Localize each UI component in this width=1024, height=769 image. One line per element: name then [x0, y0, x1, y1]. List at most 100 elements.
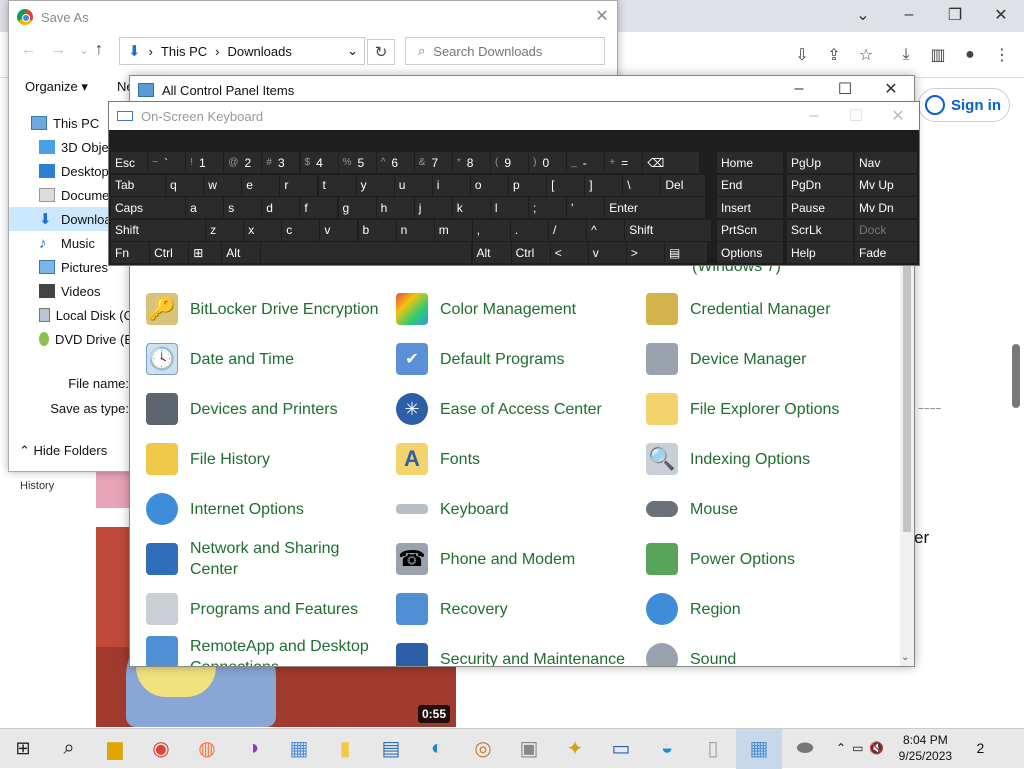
osk-key-r4-7[interactable]: m — [434, 219, 472, 241]
osk-key-r5-10[interactable]: ▤ — [665, 242, 707, 263]
cp-item-power-options[interactable]: Power Options — [646, 536, 886, 582]
restore-icon[interactable]: ❐ — [932, 0, 978, 30]
osk-key-r3-10[interactable]: ; — [529, 197, 566, 218]
osk-key-r3-0[interactable]: Caps — [111, 197, 185, 218]
organize-menu[interactable]: Organize ▾ — [25, 79, 88, 95]
nav-item-dvd-drive[interactable]: DVD Drive (E — [9, 327, 133, 351]
cp-item-indexing-options[interactable]: 🔍 Indexing Options — [646, 436, 886, 482]
cp-item-date-time[interactable]: 🕓 Date and Time — [146, 336, 386, 382]
osk-key-nav-0-1[interactable]: End — [717, 174, 783, 196]
profile-icon[interactable]: ● — [954, 39, 986, 71]
osk-key-r4-10[interactable]: / — [549, 219, 586, 241]
osk-key-r3-6[interactable]: h — [376, 197, 414, 218]
address-this-pc[interactable]: This PC — [161, 44, 207, 59]
osk-key-r1-14[interactable]: ⌫ — [643, 152, 700, 173]
network-app-icon[interactable]: ▤ — [368, 729, 414, 769]
app-yellow-icon[interactable]: ✦ — [552, 729, 598, 769]
cp-item-network-sharing[interactable]: Network and Sharing Center — [146, 536, 386, 582]
history-label[interactable]: History — [20, 480, 54, 492]
cp-maximize-icon[interactable]: ☐ — [822, 76, 868, 104]
video-thumbnail-partial[interactable] — [96, 470, 130, 508]
osk-key-r2-13[interactable]: \ — [623, 174, 661, 196]
cp-item-file-history[interactable]: File History — [146, 436, 386, 482]
nav-item-videos[interactable]: Videos — [9, 279, 133, 303]
cp-item-remoteapp[interactable]: RemoteApp and Desktop Connections — [146, 636, 386, 666]
osk-key-nav-0-0[interactable]: Home — [717, 152, 783, 173]
nav-item-local-disk[interactable]: Local Disk (C — [9, 303, 133, 327]
osk-key-r4-6[interactable]: n — [396, 219, 434, 241]
notification-center-icon[interactable]: 2 — [966, 734, 994, 762]
osk-key-r3-2[interactable]: s — [224, 197, 262, 218]
cp-item-color-management[interactable]: Color Management — [396, 286, 636, 332]
osk-key-r1-13[interactable]: + = — [605, 152, 643, 173]
control-panel-icon[interactable]: ▦ — [276, 729, 322, 769]
osk-key-nav-0-3[interactable]: PrtScn — [717, 219, 783, 241]
control-panel-scroll-thumb[interactable] — [903, 262, 911, 532]
osk-key-r1-8[interactable]: & 7 — [414, 152, 452, 173]
firefox-icon[interactable]: ◍ — [184, 729, 230, 769]
osk-minimize-icon[interactable]: – — [791, 101, 837, 131]
cp-item-region[interactable]: Region — [646, 586, 886, 632]
osk-key-nav-1-0[interactable]: PgUp — [787, 152, 853, 173]
osk-taskbar-icon[interactable]: ▦ — [736, 728, 782, 769]
osk-key-r3-8[interactable]: k — [452, 197, 490, 218]
monitor-app-icon[interactable]: ▭ — [598, 729, 644, 769]
cp-item-keyboard[interactable]: Keyboard — [396, 486, 636, 532]
start-windows-icon[interactable]: ⊞ — [0, 729, 46, 769]
osk-key-r4-0[interactable]: Shift — [111, 219, 205, 241]
osk-key-r4-1[interactable]: z — [206, 219, 244, 241]
osk-key-r3-9[interactable]: l — [490, 197, 528, 218]
osk-key-r1-12[interactable]: _ - — [567, 152, 605, 173]
osk-key-r1-7[interactable]: ^ 6 — [376, 152, 414, 173]
osk-key-r4-5[interactable]: b — [358, 219, 396, 241]
osk-key-r5-8[interactable]: v — [588, 242, 626, 263]
osk-key-r2-10[interactable]: p — [509, 174, 546, 196]
osk-key-space[interactable] — [261, 242, 472, 263]
install-app-icon[interactable]: ⇩ — [786, 39, 818, 71]
osk-key-r2-7[interactable]: u — [394, 174, 432, 196]
cp-item-security-maintenance[interactable]: Security and Maintenance — [396, 636, 636, 666]
cp-item-file-explorer-options[interactable]: File Explorer Options — [646, 386, 886, 432]
osk-key-r5-5[interactable]: Alt — [472, 242, 511, 263]
share-icon[interactable]: ⇪ — [818, 39, 850, 71]
osk-key-r4-12[interactable]: Shift — [625, 219, 712, 241]
folder-icon[interactable]: ▮ — [322, 729, 368, 769]
osk-key-r1-2[interactable]: ! 1 — [186, 152, 224, 173]
osk-key-r5-0[interactable]: Fn — [111, 242, 149, 263]
osk-key-r4-9[interactable]: . — [510, 219, 548, 241]
osk-key-r5-1[interactable]: Ctrl — [150, 242, 189, 263]
osk-key-r5-3[interactable]: Alt — [222, 242, 261, 263]
page-scrollbar[interactable] — [1012, 344, 1020, 408]
cp-item-ease-of-access[interactable]: ✳ Ease of Access Center — [396, 386, 636, 432]
osk-key-nav-2-3[interactable]: Dock — [855, 219, 917, 241]
cp-item-sound[interactable]: Sound — [646, 636, 886, 666]
cp-item-default-programs[interactable]: ✔ Default Programs — [396, 336, 636, 382]
osk-key-r3-4[interactable]: f — [300, 197, 338, 218]
clock[interactable]: 8:04 PM 9/25/2023 — [890, 732, 960, 764]
scroll-down-arrow-icon[interactable]: ⌄ — [901, 652, 909, 663]
osk-key-r5-2[interactable]: ⊞ — [189, 242, 222, 263]
file-explorer-icon[interactable]: ▆ — [92, 729, 138, 769]
osk-key-r1-0[interactable]: Esc — [111, 152, 147, 173]
osk-key-nav-1-1[interactable]: PgDn — [787, 174, 853, 196]
cp-close-icon[interactable]: ✕ — [868, 76, 914, 104]
osk-key-nav-1-2[interactable]: Pause — [787, 197, 853, 218]
osk-key-r1-10[interactable]: (9 — [491, 152, 528, 173]
osk-key-r2-6[interactable]: y — [356, 174, 394, 196]
osk-key-r2-1[interactable]: q — [166, 174, 204, 196]
refresh-icon[interactable]: ↻ — [367, 39, 395, 65]
osk-key-r3-3[interactable]: d — [262, 197, 300, 218]
osk-key-r4-11[interactable]: ^ — [587, 219, 625, 241]
cp-item-credential-manager[interactable]: Credential Manager — [646, 286, 886, 332]
side-panel-icon[interactable]: ▥ — [922, 39, 954, 71]
osk-key-r3-12[interactable]: Enter — [605, 197, 706, 218]
osk-key-r1-11[interactable]: ) 0 — [529, 152, 567, 173]
osk-key-r2-14[interactable]: Del — [661, 174, 706, 196]
osk-key-r2-0[interactable]: Tab — [111, 174, 165, 196]
search-input[interactable] — [433, 43, 584, 59]
media-app-icon[interactable]: ◎ — [460, 729, 506, 769]
minimize-icon[interactable]: – — [886, 0, 932, 30]
osk-key-nav-0-2[interactable]: Insert — [717, 197, 783, 218]
cp-minimize-icon[interactable]: – — [776, 76, 822, 104]
osk-key-nav-1-3[interactable]: ScrLk — [787, 219, 853, 241]
